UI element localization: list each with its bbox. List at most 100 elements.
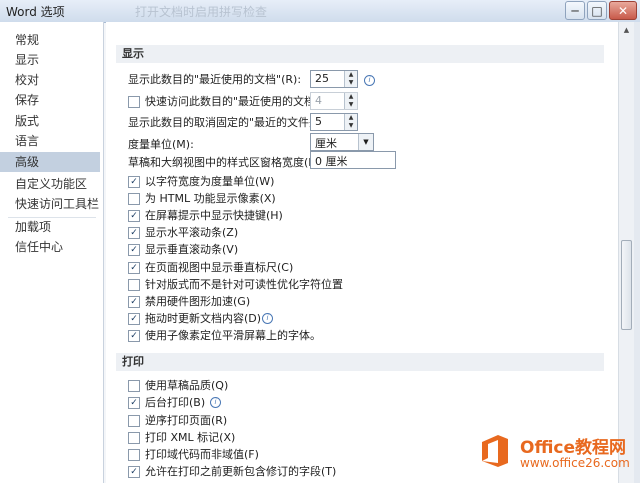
checkbox-optimize-layout[interactable] xyxy=(128,279,140,291)
info-icon: i xyxy=(262,313,273,324)
sidebar-item-advanced[interactable]: 高级 xyxy=(0,152,100,172)
checkbox-update-on-drag[interactable]: ✓ xyxy=(128,313,140,325)
checkbox-label: 在页面视图中显示垂直标尺(C) xyxy=(145,261,294,274)
checkbox-label: 打印域代码而非域值(F) xyxy=(145,448,259,461)
measure-unit-dropdown[interactable]: 厘米 ▼ xyxy=(310,133,374,151)
checkbox-row[interactable]: ✓ 在页面视图中显示垂直标尺(C) xyxy=(128,259,328,276)
unpinned-folders-value: 5 xyxy=(315,115,322,128)
sidebar-item-quick-access-toolbar[interactable]: 快速访问工具栏 xyxy=(0,194,100,214)
checkbox-row[interactable]: 使用草稿品质(Q) xyxy=(128,377,328,394)
minimize-button[interactable]: ─ xyxy=(565,1,585,20)
style-area-value: 0 厘米 xyxy=(315,155,348,168)
checkbox-row[interactable]: ✓ 允许在打印之前更新包含修订的字段(T) xyxy=(128,463,388,480)
checkbox-row[interactable]: ✓ 禁用硬件图形加速(G) xyxy=(128,293,328,310)
checkbox-label: 以字符宽度为度量单位(W) xyxy=(145,175,275,188)
checkbox-subpixel-fonts[interactable]: ✓ xyxy=(128,330,140,342)
section-header-display: 显示 xyxy=(116,45,604,63)
checkbox-vertical-ruler[interactable]: ✓ xyxy=(128,262,140,274)
checkbox-label: 逆序打印页面(R) xyxy=(145,414,228,427)
checkbox-row[interactable]: ✓ 使用子像素定位平滑屏幕上的字体。 xyxy=(128,327,368,344)
checkbox-label: 为 HTML 功能显示像素(X) xyxy=(145,192,276,205)
checkbox-char-width-unit[interactable]: ✓ xyxy=(128,176,140,188)
watermark-url: www.office26.com xyxy=(520,456,630,470)
quick-access-value: 4 xyxy=(315,94,322,107)
checkbox-row[interactable]: 打印 XML 标记(X) xyxy=(128,429,328,446)
sidebar-item-trust-center[interactable]: 信任中心 xyxy=(0,237,100,257)
sidebar-item-general[interactable]: 常规 xyxy=(0,30,100,50)
checkbox-row[interactable]: ✓ 以字符宽度为度量单位(W) xyxy=(128,173,328,190)
sidebar-item-layout[interactable]: 版式 xyxy=(0,111,100,131)
checkbox-background-print[interactable]: ✓ xyxy=(128,397,140,409)
recent-docs-label: 显示此数目的"最近使用的文档"(R): xyxy=(128,73,302,86)
checkbox-row[interactable]: 逆序打印页面(R) xyxy=(128,412,328,429)
recent-docs-row: 显示此数目的"最近使用的文档"(R): xyxy=(128,71,598,88)
advanced-options-panel: 显示 显示此数目的"最近使用的文档"(R): 25 ▲ ▼ i 快速访问此数目的… xyxy=(106,22,618,483)
checkbox-label: 针对版式而不是针对可读性优化字符位置 xyxy=(145,278,343,291)
recent-docs-value: 25 xyxy=(315,72,329,85)
section-header-print: 打印 xyxy=(116,353,604,371)
title-bar: Word 选项 打开文档时启用拼写检查 ─ □ ✕ xyxy=(0,0,640,23)
quick-access-row[interactable]: 快速访问此数目的"最近使用的文档"(Q): xyxy=(128,93,341,110)
checkbox-label: 拖动时更新文档内容(D) xyxy=(145,312,262,325)
checkbox-html-pixels[interactable] xyxy=(128,193,140,205)
checkbox-row[interactable]: ✓ 显示垂直滚动条(V) xyxy=(128,241,328,258)
office-logo-icon xyxy=(482,435,508,467)
recent-docs-spinner[interactable]: 25 ▲ ▼ xyxy=(310,70,358,88)
measure-unit-row: 度量单位(M): xyxy=(128,136,308,153)
chevron-down-icon[interactable]: ▼ xyxy=(358,134,373,150)
window-title: Word 选项 xyxy=(6,5,65,19)
info-icon: i xyxy=(364,75,375,86)
checkbox-shortcut-tooltips[interactable]: ✓ xyxy=(128,210,140,222)
measure-unit-value: 厘米 xyxy=(315,137,337,150)
checkbox-disable-hw-accel[interactable]: ✓ xyxy=(128,296,140,308)
sidebar-item-proofing[interactable]: 校对 xyxy=(0,70,100,90)
checkbox-reverse-order[interactable] xyxy=(128,415,140,427)
checkbox-label: 使用草稿品质(Q) xyxy=(145,379,229,392)
checkbox-print-xml[interactable] xyxy=(128,432,140,444)
spin-up-icon: ▲ xyxy=(344,93,357,101)
checkbox-label: 使用子像素定位平滑屏幕上的字体。 xyxy=(145,329,321,342)
unpinned-folders-row: 显示此数目的取消固定的"最近的文件夹"(F): xyxy=(128,114,344,131)
checkbox-row[interactable]: 打印域代码而非域值(F) xyxy=(128,446,328,463)
sidebar-item-customize-ribbon[interactable]: 自定义功能区 xyxy=(0,174,100,194)
maximize-button[interactable]: □ xyxy=(587,1,607,20)
checkbox-field-codes[interactable] xyxy=(128,449,140,461)
scroll-up-icon[interactable]: ▲ xyxy=(619,22,634,38)
checkbox-update-tracked-fields[interactable]: ✓ xyxy=(128,466,140,478)
measure-unit-label: 度量单位(M): xyxy=(128,138,194,151)
sidebar-item-display[interactable]: 显示 xyxy=(0,50,100,70)
sidebar: 常规 显示 校对 保存 版式 语言 高级 自定义功能区 快速访问工具栏 加载项 … xyxy=(0,22,104,483)
sidebar-item-language[interactable]: 语言 xyxy=(0,131,100,151)
checkbox-label: 后台打印(B) xyxy=(145,396,206,409)
checkbox-draft-quality[interactable] xyxy=(128,380,140,392)
checkbox-row[interactable]: ✓ 显示水平滚动条(Z) xyxy=(128,224,328,241)
spin-down-icon[interactable]: ▼ xyxy=(344,122,357,130)
unpinned-folders-spinner[interactable]: 5 ▲ ▼ xyxy=(310,113,358,131)
checkbox-label: 允许在打印之前更新包含修订的字段(T) xyxy=(145,465,337,478)
spin-down-icon[interactable]: ▼ xyxy=(344,79,357,87)
checkbox-row[interactable]: 针对版式而不是针对可读性优化字符位置 xyxy=(128,276,368,293)
sidebar-item-save[interactable]: 保存 xyxy=(0,90,100,110)
checkbox-row[interactable]: ✓ 拖动时更新文档内容(D) i xyxy=(128,310,368,327)
checkbox-label: 禁用硬件图形加速(G) xyxy=(145,295,251,308)
style-area-input[interactable]: 0 厘米 xyxy=(310,151,396,169)
checkbox-row[interactable]: 为 HTML 功能显示像素(X) xyxy=(128,190,328,207)
spin-up-icon[interactable]: ▲ xyxy=(344,71,357,79)
checkbox-row[interactable]: ✓ 后台打印(B) i xyxy=(128,394,328,411)
checkbox-label: 在屏幕提示中显示快捷键(H) xyxy=(145,209,283,222)
checkbox-horizontal-scrollbar[interactable]: ✓ xyxy=(128,227,140,239)
sidebar-item-addins[interactable]: 加载项 xyxy=(0,217,100,237)
quick-access-checkbox[interactable] xyxy=(128,96,140,108)
site-watermark: Office教程网 www.office26.com xyxy=(470,425,640,483)
spin-up-icon[interactable]: ▲ xyxy=(344,114,357,122)
style-area-label: 草稿和大纲视图中的样式区窗格宽度(E): xyxy=(128,156,324,169)
checkbox-vertical-scrollbar[interactable]: ✓ xyxy=(128,244,140,256)
vertical-scrollbar[interactable]: ▲ xyxy=(618,22,634,483)
window-edge xyxy=(634,22,640,483)
close-button[interactable]: ✕ xyxy=(609,1,637,20)
checkbox-row[interactable]: ✓ 在屏幕提示中显示快捷键(H) xyxy=(128,207,328,224)
checkbox-label: 显示垂直滚动条(V) xyxy=(145,243,239,256)
scroll-thumb[interactable] xyxy=(621,240,632,330)
quick-access-spinner: 4 ▲ ▼ xyxy=(310,92,358,110)
style-area-row: 草稿和大纲视图中的样式区窗格宽度(E): xyxy=(128,154,323,171)
